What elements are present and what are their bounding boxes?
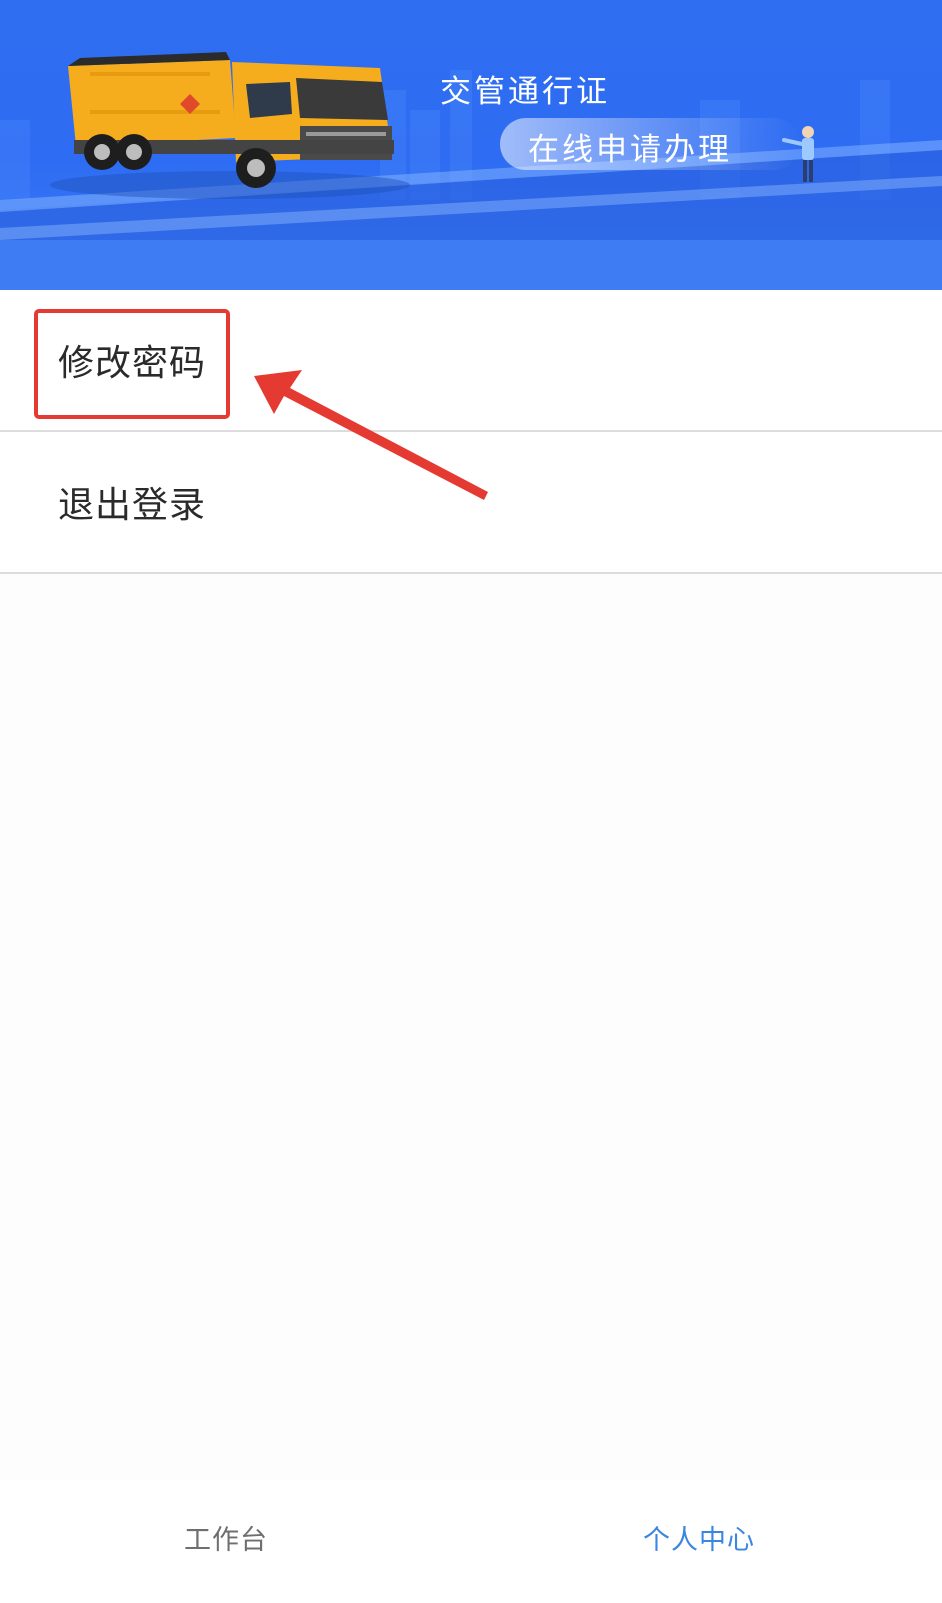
logout-label: 退出登录 bbox=[58, 485, 207, 526]
tab-workbench[interactable]: 工作台 bbox=[0, 1480, 471, 1603]
change-password-label: 修改密码 bbox=[58, 343, 207, 384]
personal-center-page: 交管通行证 在线申请办理 修改密码 退出登录 工作台 个人中心 bbox=[0, 0, 942, 1603]
tab-personal-center[interactable]: 个人中心 bbox=[471, 1480, 942, 1603]
tab-workbench-label: 工作台 bbox=[184, 1525, 268, 1556]
banner-title: 交管通行证 bbox=[440, 74, 610, 110]
tab-personal-center-label: 个人中心 bbox=[643, 1525, 755, 1556]
bottom-tab-bar: 工作台 个人中心 bbox=[0, 1480, 942, 1603]
banner: 交管通行证 在线申请办理 bbox=[0, 0, 942, 290]
traffic-officer-icon bbox=[782, 126, 814, 182]
change-password-item[interactable]: 修改密码 bbox=[0, 290, 942, 432]
logout-item[interactable]: 退出登录 bbox=[0, 432, 942, 574]
banner-subtitle: 在线申请办理 bbox=[528, 132, 732, 168]
settings-menu: 修改密码 退出登录 bbox=[0, 290, 942, 574]
